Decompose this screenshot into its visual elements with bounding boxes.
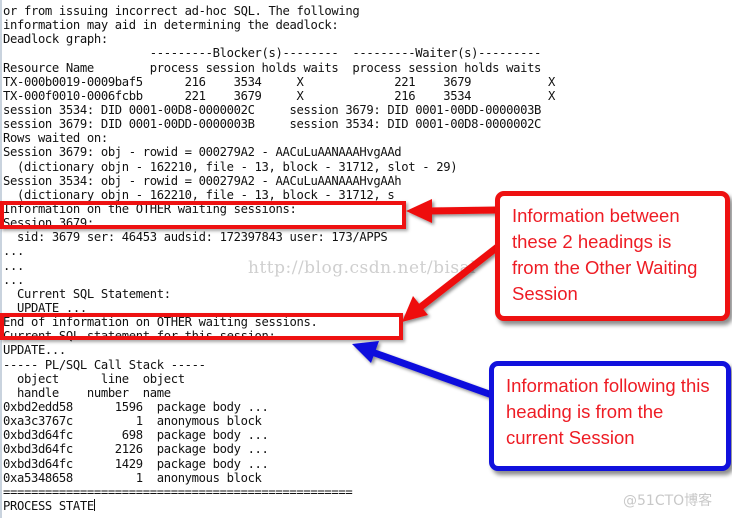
callout-current-session-text: Information following this heading is fr…: [506, 375, 710, 448]
callout-other-waiting-session-text: Information between these 2 headings is …: [512, 205, 698, 304]
trace-viewer: or from issuing incorrect ad-hoc SQL. Th…: [0, 0, 732, 518]
callout-current-session: Information following this heading is fr…: [489, 361, 731, 471]
blue-arrow-to-current-session: [352, 341, 496, 399]
red-arrow-to-end-heading: [402, 241, 504, 322]
red-arrow-to-start-heading: [406, 199, 501, 223]
callout-other-waiting-session: Information between these 2 headings is …: [495, 191, 730, 321]
